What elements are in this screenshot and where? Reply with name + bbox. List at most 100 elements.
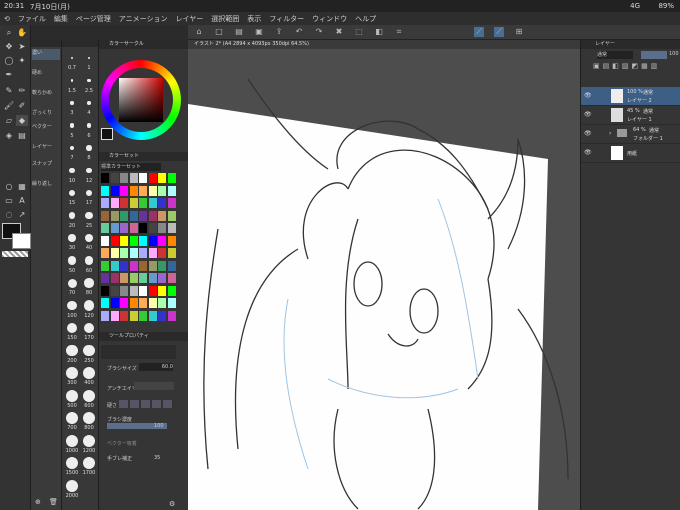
color-swatch[interactable] [139, 285, 147, 296]
open-icon[interactable]: ▤ [234, 27, 244, 37]
eraser-icon[interactable]: ▱ [3, 115, 15, 126]
crop-icon[interactable]: ⌗ [394, 27, 404, 37]
color-swatch[interactable] [120, 298, 128, 308]
hardness-selector[interactable] [119, 400, 174, 408]
color-swatch[interactable] [129, 198, 138, 208]
snap-grid-icon[interactable]: ⊞ [514, 27, 524, 37]
color-swatch[interactable] [110, 298, 119, 308]
ruler-icon[interactable]: ▭ [3, 195, 15, 206]
antialias-selector[interactable] [134, 382, 174, 390]
brush-icon[interactable]: 🖌 [3, 100, 15, 111]
color-swatch[interactable] [148, 198, 157, 208]
brush-size-dot[interactable] [70, 101, 74, 105]
document-tab[interactable]: イラスト 2* (A4 2894 x 4093px 350dpi 64.5%) [188, 40, 580, 49]
color-swatch[interactable] [148, 223, 157, 233]
menu-page[interactable]: ページ管理 [76, 14, 111, 24]
brush-size-dot[interactable] [83, 457, 95, 469]
sub-color-swatch[interactable] [12, 233, 31, 249]
brush-size-dot[interactable] [66, 457, 78, 469]
blend-icon[interactable]: ◆ [16, 115, 28, 126]
lasso-icon[interactable]: ◯ [3, 55, 15, 66]
color-swatch[interactable] [167, 248, 176, 258]
color-swatch[interactable] [101, 260, 109, 271]
color-swatch[interactable] [101, 173, 109, 183]
layer-row[interactable]: 👁 45 % 通常 レイヤー 1 [581, 106, 680, 125]
eyedropper-icon[interactable]: ✒ [3, 69, 15, 80]
color-swatch[interactable] [158, 310, 166, 321]
subtool-item[interactable]: 軟らかめ [32, 89, 60, 100]
color-swatch[interactable] [110, 210, 119, 221]
color-swatch[interactable] [158, 260, 166, 271]
balloon-icon[interactable]: ◌ [3, 209, 15, 220]
color-swatch[interactable] [120, 185, 128, 196]
brush-size-dot[interactable] [87, 101, 91, 105]
color-swatch[interactable] [129, 223, 138, 233]
color-swatch[interactable] [158, 273, 166, 283]
stabilization-value[interactable]: 35 [154, 455, 160, 461]
brush-size-dot[interactable] [69, 123, 75, 128]
color-swatch[interactable] [139, 198, 147, 208]
home-icon[interactable]: ⌂ [194, 27, 204, 37]
color-swatch[interactable] [139, 210, 147, 221]
figure-icon[interactable]: ○ [3, 181, 15, 192]
color-swatch[interactable] [148, 248, 157, 258]
color-swatch[interactable] [101, 210, 109, 221]
color-swatch[interactable] [101, 285, 109, 296]
color-swatch[interactable] [120, 273, 128, 283]
main-color-mini[interactable] [101, 128, 113, 140]
color-swatch[interactable] [129, 285, 138, 296]
color-swatch[interactable] [120, 310, 128, 321]
layer-toolbar[interactable]: ▣▤◧▨◩▦▥ [593, 62, 673, 84]
fill-icon[interactable]: ◈ [3, 130, 15, 141]
color-swatch[interactable] [120, 285, 128, 296]
hue-ring[interactable] [101, 60, 181, 140]
delete-subtool-icon[interactable]: 🗑 [49, 498, 58, 506]
brush-size-dot[interactable] [83, 389, 95, 402]
brush-size-dot[interactable] [84, 256, 94, 265]
brush-size-dot[interactable] [86, 145, 92, 151]
color-swatch[interactable] [148, 235, 157, 246]
color-swatch[interactable] [110, 198, 119, 208]
brush-size-dot[interactable] [67, 256, 77, 265]
zoom-icon[interactable]: ⌕ [3, 27, 15, 38]
color-swatch[interactable] [148, 185, 157, 196]
move-icon[interactable]: ✥ [3, 41, 15, 52]
menu-selection[interactable]: 選択範囲 [211, 14, 239, 24]
color-swatch[interactable] [167, 298, 176, 308]
export-icon[interactable]: ⇪ [274, 27, 284, 37]
eye-icon[interactable]: 👁 [584, 111, 592, 118]
brush-size-dot[interactable] [69, 167, 75, 174]
brush-size-dot[interactable] [68, 212, 76, 219]
color-swatch[interactable] [139, 260, 147, 271]
subtool-item[interactable]: 硬め [32, 69, 60, 80]
frame-icon[interactable]: ▦ [16, 181, 28, 192]
color-swatch[interactable] [129, 260, 138, 271]
color-swatch[interactable] [158, 248, 166, 258]
save-icon[interactable]: ▣ [254, 27, 264, 37]
menu-file[interactable]: ファイル [18, 14, 46, 24]
color-swatch[interactable] [139, 223, 147, 233]
menu-view[interactable]: 表示 [247, 14, 261, 24]
color-swatch[interactable] [110, 285, 119, 296]
color-swatch[interactable] [120, 210, 128, 221]
menu-help[interactable]: ヘルプ [355, 14, 376, 24]
new-icon[interactable]: □ [214, 27, 224, 37]
brush-size-dot[interactable] [87, 78, 91, 83]
clear-icon[interactable]: ✖ [334, 27, 344, 37]
add-subtool-icon[interactable]: ⊕ [35, 498, 41, 506]
brush-size-dot[interactable] [67, 278, 77, 288]
opacity-slider[interactable] [641, 51, 667, 59]
hand-icon[interactable]: ✋ [16, 27, 28, 38]
color-swatch[interactable] [139, 298, 147, 308]
back-icon[interactable]: ⟲ [4, 15, 10, 23]
settings-icon[interactable]: ⚙ [169, 500, 175, 508]
menu-edit[interactable]: 編集 [54, 14, 68, 24]
color-swatch[interactable] [129, 173, 138, 183]
layer-row[interactable]: 👁 › 64 % 通常 フォルダー 1 [581, 125, 680, 144]
color-swatch[interactable] [167, 223, 176, 233]
color-swatch[interactable] [120, 248, 128, 258]
color-swatch[interactable] [148, 210, 157, 221]
color-swatch[interactable] [148, 285, 157, 296]
color-swatch[interactable] [120, 173, 128, 183]
menu-animation[interactable]: アニメーション [119, 14, 168, 24]
